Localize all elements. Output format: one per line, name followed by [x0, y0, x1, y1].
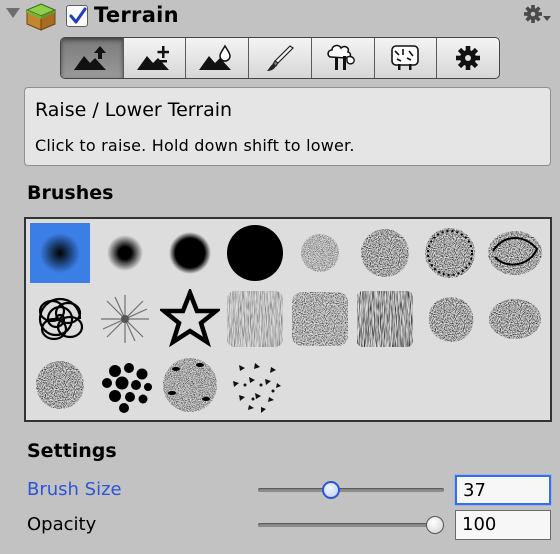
trees-icon	[327, 44, 355, 70]
terrain-tool-bar	[60, 37, 500, 79]
brush-star-outline[interactable]	[157, 286, 223, 349]
component-title: Terrain	[94, 3, 179, 27]
brush-texture-cloud[interactable]	[485, 289, 545, 349]
checkmark-icon	[69, 7, 87, 24]
brush-size-slider[interactable]	[258, 480, 444, 500]
tool-paint-height[interactable]	[122, 38, 186, 78]
tool-smooth-height[interactable]	[185, 38, 248, 78]
terrain-cube-icon	[26, 3, 56, 31]
paintbrush-icon	[267, 45, 294, 71]
slider-track	[258, 488, 444, 492]
enabled-checkbox[interactable]	[66, 5, 88, 27]
tool-paint-details[interactable]	[373, 38, 437, 78]
brush-spiral[interactable]	[30, 289, 90, 349]
details-icon	[391, 45, 420, 70]
slider-track	[258, 523, 444, 527]
brush-splatter-dense[interactable]	[30, 355, 90, 415]
tool-title: Raise / Lower Terrain	[35, 99, 233, 121]
slider-thumb[interactable]	[322, 481, 340, 499]
brush-hard-round-medium[interactable]	[160, 223, 220, 283]
tool-description: Click to raise. Hold down shift to lower…	[35, 136, 355, 155]
tool-terrain-settings[interactable]	[436, 38, 499, 78]
brush-soft-round-small[interactable]	[95, 223, 155, 283]
brush-texture-streaks-dark[interactable]	[355, 289, 415, 349]
mountain-drop-icon	[199, 44, 232, 70]
component-header: Terrain	[0, 0, 560, 34]
gear-icon	[456, 46, 481, 70]
mountain-plus-icon	[136, 46, 169, 70]
brush-hard-round-large[interactable]	[225, 223, 285, 283]
brush-grid	[24, 217, 552, 422]
gear-icon[interactable]	[523, 4, 553, 28]
opacity-field[interactable]: 100	[455, 510, 551, 540]
brush-leaves-sparse[interactable]	[225, 355, 285, 415]
brush-size-label: Brush Size	[27, 479, 122, 500]
brush-noise-dense[interactable]	[355, 223, 415, 283]
opacity-slider[interactable]	[258, 515, 444, 535]
slider-thumb[interactable]	[426, 516, 444, 534]
tool-paint-texture[interactable]	[248, 38, 311, 78]
settings-heading: Settings	[27, 440, 117, 462]
brush-texture-fabric[interactable]	[290, 289, 350, 349]
tool-raise-lower-terrain[interactable]	[61, 38, 123, 78]
mountain-up-arrow-icon	[73, 46, 106, 70]
brushes-heading: Brushes	[27, 182, 114, 204]
brush-star-burst[interactable]	[95, 289, 155, 349]
foldout-arrow-icon[interactable]	[6, 8, 20, 18]
brush-size-field[interactable]: 37	[455, 475, 551, 505]
brush-dots[interactable]	[95, 355, 155, 415]
brush-noise-ring[interactable]	[420, 223, 480, 283]
brush-soft-round-blue[interactable]	[30, 223, 90, 283]
brush-scribble[interactable]	[485, 223, 545, 283]
tool-info-box: Raise / Lower Terrain Click to raise. Ho…	[24, 87, 551, 166]
brush-noise-sparse[interactable]	[290, 223, 350, 283]
brush-leaves[interactable]	[160, 355, 220, 415]
brush-texture-streaks-light[interactable]	[225, 289, 285, 349]
brush-texture-blot[interactable]	[420, 289, 480, 349]
opacity-label: Opacity	[27, 514, 97, 535]
tool-place-trees[interactable]	[310, 38, 374, 78]
